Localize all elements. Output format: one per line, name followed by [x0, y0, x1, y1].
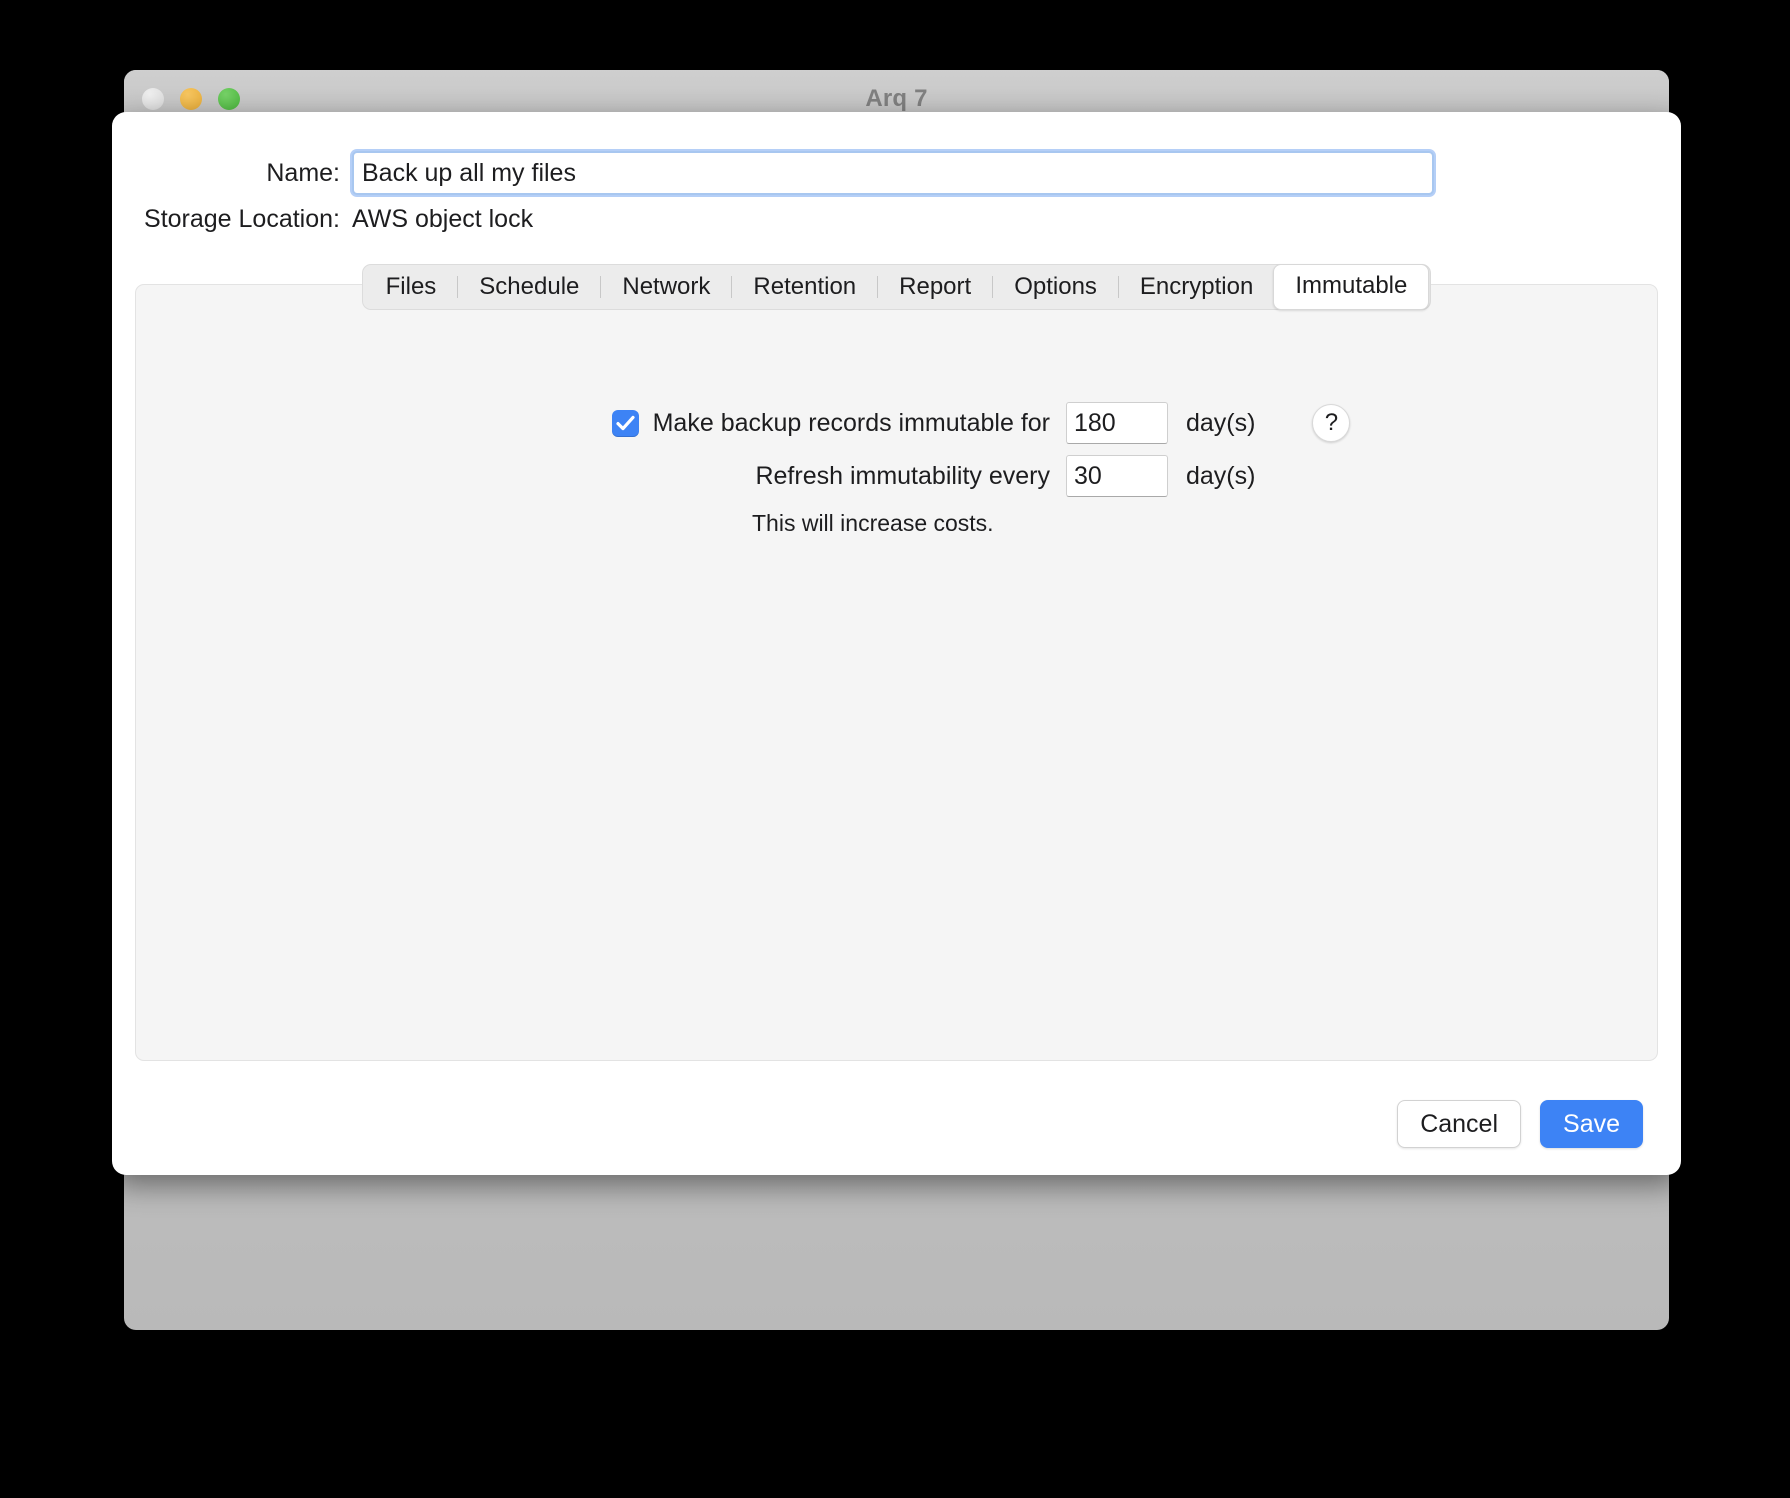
tab-encryption[interactable]: Encryption	[1119, 266, 1274, 308]
tab-immutable[interactable]: Immutable	[1273, 264, 1429, 310]
tab-strip: Files Schedule Network Retention Report …	[362, 264, 1432, 310]
make-immutable-label: Make backup records immutable for	[653, 409, 1050, 438]
immutable-days-input[interactable]	[1066, 402, 1168, 444]
storage-location-value: AWS object lock	[352, 205, 533, 234]
make-immutable-checkbox[interactable]	[612, 410, 639, 437]
checkmark-icon	[616, 415, 635, 432]
dialog-footer: Cancel Save	[1397, 1100, 1643, 1148]
settings-dialog: Name: Storage Location: AWS object lock …	[112, 112, 1681, 1175]
immutable-options-block: Make backup records immutable for day(s)…	[136, 400, 1657, 537]
make-immutable-leader: Make backup records immutable for	[136, 409, 1066, 438]
storage-location-label: Storage Location:	[112, 205, 352, 234]
make-immutable-row: Make backup records immutable for day(s)…	[136, 400, 1657, 446]
immutable-tab-panel: Make backup records immutable for day(s)…	[135, 284, 1658, 1061]
cost-note: This will increase costs.	[752, 510, 1657, 537]
tab-schedule[interactable]: Schedule	[458, 266, 600, 308]
name-row: Name:	[112, 151, 1681, 195]
refresh-days-input[interactable]	[1066, 455, 1168, 497]
backup-plan-name-input[interactable]	[352, 151, 1434, 195]
refresh-immutability-leader: Refresh immutability every	[136, 462, 1066, 491]
tab-files[interactable]: Files	[365, 266, 458, 308]
storage-location-row: Storage Location: AWS object lock	[112, 205, 1681, 234]
refresh-immutability-row: Refresh immutability every day(s)	[136, 453, 1657, 499]
tab-report[interactable]: Report	[878, 266, 992, 308]
immutable-days-unit: day(s)	[1186, 409, 1255, 438]
cancel-button[interactable]: Cancel	[1397, 1100, 1521, 1148]
name-label: Name:	[112, 159, 352, 188]
tab-network[interactable]: Network	[601, 266, 731, 308]
tab-retention[interactable]: Retention	[732, 266, 877, 308]
refresh-immutability-label: Refresh immutability every	[755, 462, 1050, 491]
tab-options[interactable]: Options	[993, 266, 1118, 308]
screen: Arq 7 Name: Storage Location: AWS object…	[0, 0, 1790, 1498]
tab-bar: Files Schedule Network Retention Report …	[112, 264, 1681, 310]
help-button[interactable]: ?	[1312, 404, 1350, 442]
save-button[interactable]: Save	[1540, 1100, 1643, 1148]
refresh-days-unit: day(s)	[1186, 462, 1255, 491]
